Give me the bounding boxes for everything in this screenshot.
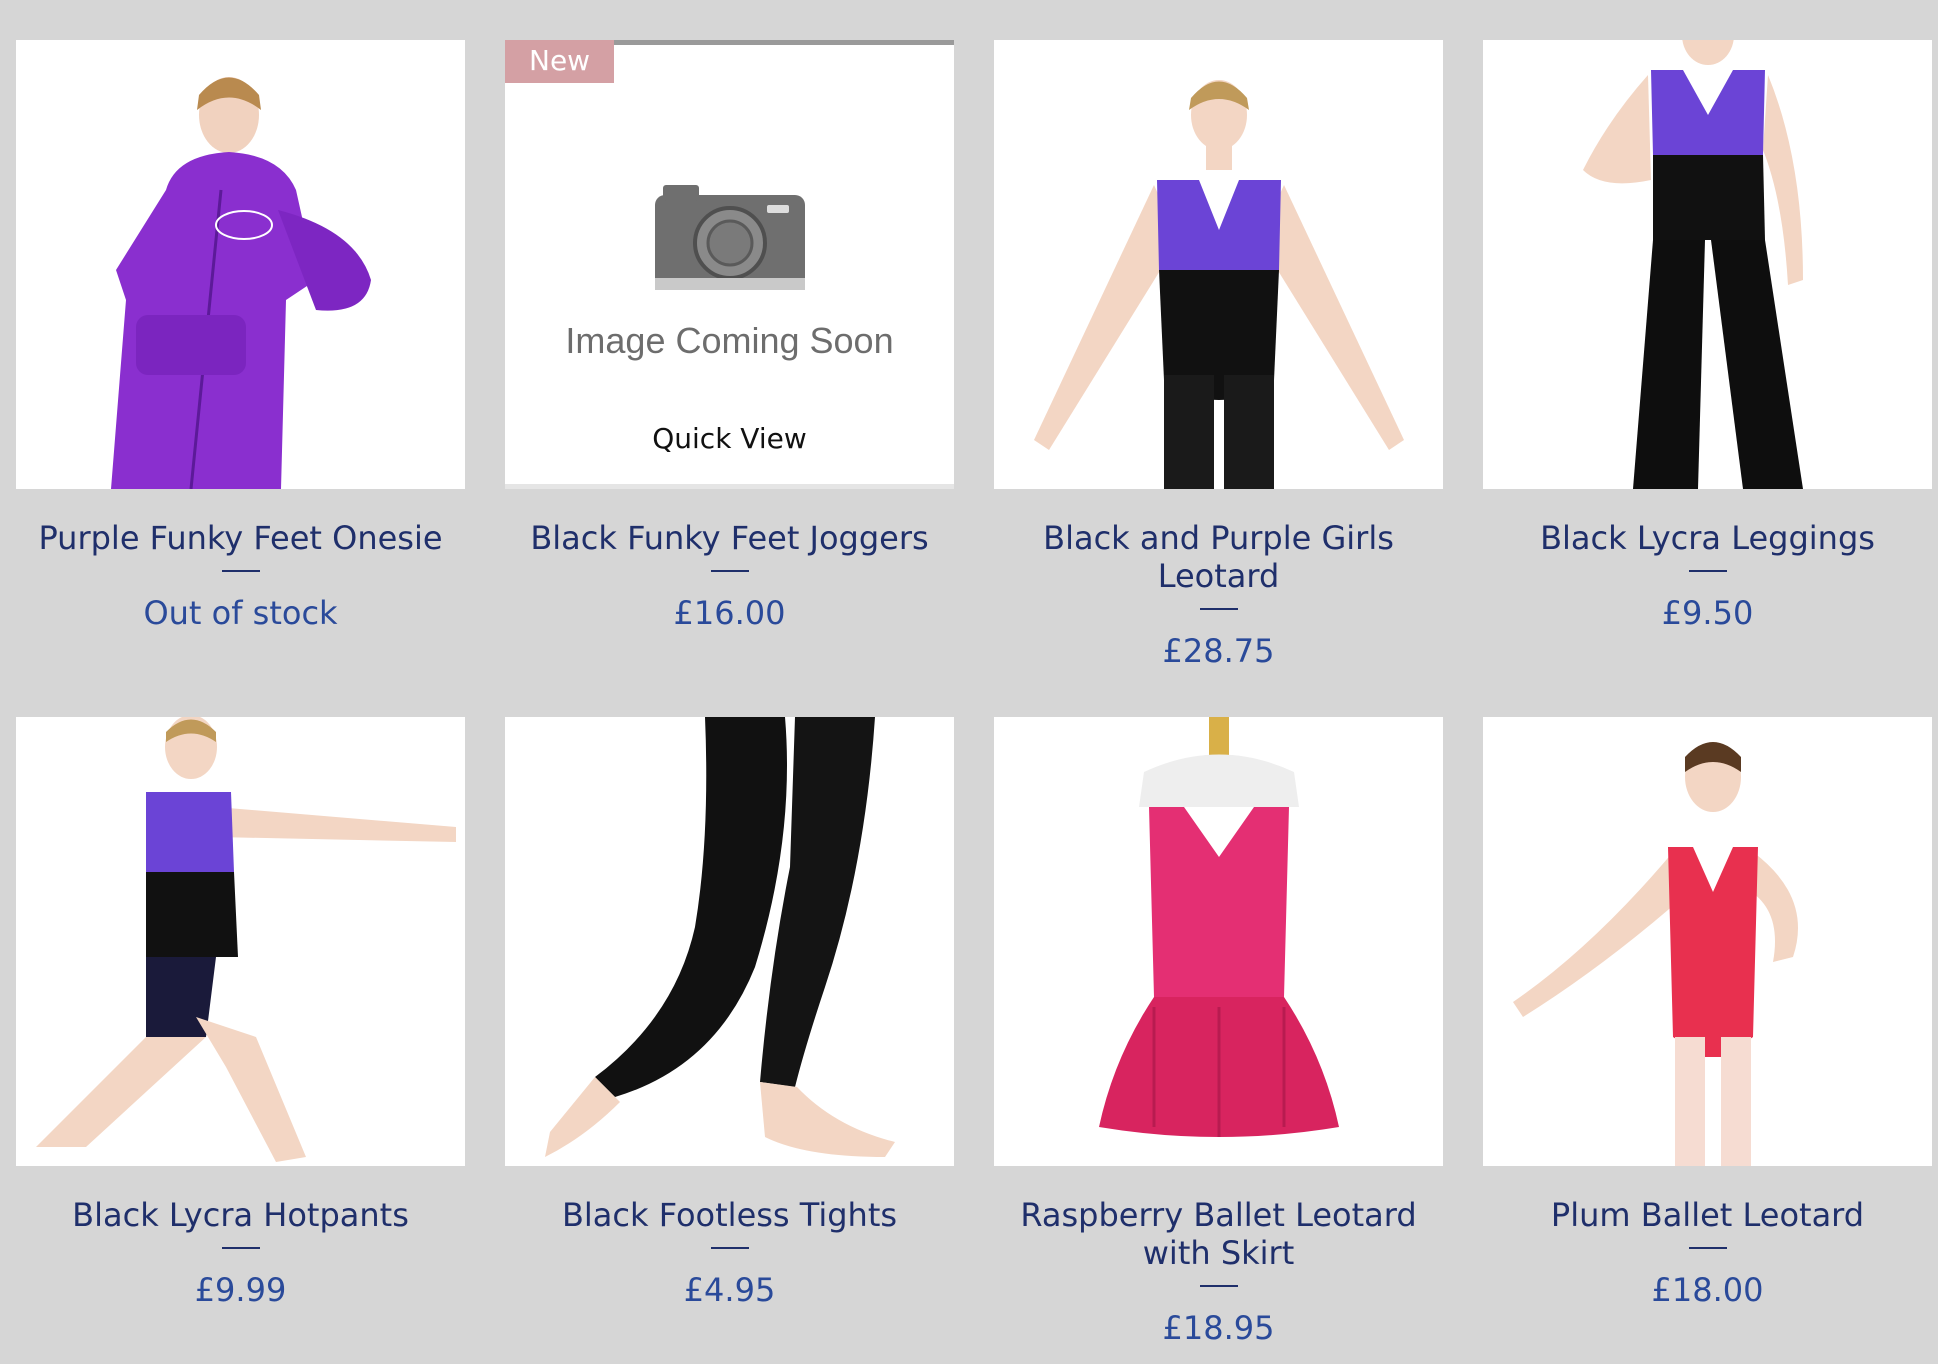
- product-price: £18.95: [1162, 1309, 1275, 1347]
- product-title[interactable]: Black and Purple Girls Leotard: [994, 519, 1443, 595]
- product-price: £28.75: [1162, 632, 1275, 670]
- product-title[interactable]: Raspberry Ballet Leotard with Skirt: [994, 1196, 1443, 1272]
- product-card-black-tights[interactable]: Black Footless Tights £4.95: [505, 717, 954, 1309]
- title-divider: [221, 1247, 260, 1249]
- purple-onesie-photo: [16, 40, 465, 489]
- product-image-black-tights[interactable]: [505, 717, 954, 1166]
- image-bottom-bar: [505, 484, 954, 489]
- product-price: Out of stock: [143, 594, 338, 632]
- black-leggings-photo: [1483, 40, 1932, 489]
- title-divider: [1199, 1285, 1238, 1287]
- product-card-black-hotpants[interactable]: Black Lycra Hotpants £9.99: [16, 717, 465, 1309]
- product-title[interactable]: Black Footless Tights: [505, 1196, 954, 1234]
- product-image-black-purple-leotard[interactable]: [994, 40, 1443, 489]
- product-card-plum-leotard[interactable]: Plum Ballet Leotard £18.00: [1483, 717, 1932, 1309]
- quick-view-button[interactable]: Quick View: [505, 389, 954, 489]
- product-card-black-leggings[interactable]: Black Lycra Leggings £9.50: [1483, 40, 1932, 632]
- product-price: £4.95: [683, 1271, 776, 1309]
- title-divider: [710, 570, 749, 572]
- product-card-black-purple-leotard[interactable]: Black and Purple Girls Leotard £28.75: [994, 40, 1443, 670]
- product-title[interactable]: Black Lycra Leggings: [1483, 519, 1932, 557]
- title-divider: [1688, 1247, 1727, 1249]
- product-image-black-hotpants[interactable]: [16, 717, 465, 1166]
- black-hotpants-photo: [16, 717, 465, 1166]
- product-price: £9.99: [194, 1271, 287, 1309]
- black-tights-photo: [505, 717, 954, 1166]
- title-divider: [1199, 608, 1238, 610]
- product-image-raspberry-leotard[interactable]: [994, 717, 1443, 1166]
- black-purple-leotard-photo: [994, 40, 1443, 489]
- product-price: £9.50: [1661, 594, 1754, 632]
- product-title[interactable]: Black Funky Feet Joggers: [505, 519, 954, 557]
- title-divider: [221, 570, 260, 572]
- title-divider: [710, 1247, 749, 1249]
- product-title[interactable]: Black Lycra Hotpants: [16, 1196, 465, 1234]
- product-price: £18.00: [1651, 1271, 1764, 1309]
- raspberry-leotard-photo: [994, 717, 1443, 1166]
- product-card-purple-onesie[interactable]: Purple Funky Feet Onesie Out of stock: [16, 40, 465, 632]
- product-card-raspberry-leotard[interactable]: Raspberry Ballet Leotard with Skirt £18.…: [994, 717, 1443, 1347]
- plum-leotard-photo: [1483, 717, 1932, 1166]
- product-image-purple-onesie[interactable]: [16, 40, 465, 489]
- product-title[interactable]: Plum Ballet Leotard: [1483, 1196, 1932, 1234]
- title-divider: [1688, 570, 1727, 572]
- product-title[interactable]: Purple Funky Feet Onesie: [16, 519, 465, 557]
- product-price: £16.00: [673, 594, 786, 632]
- image-coming-soon-text: Image Coming Soon: [565, 320, 894, 361]
- product-image-plum-leotard[interactable]: [1483, 717, 1932, 1166]
- product-card-black-joggers[interactable]: New Image Coming Soon Quick View Black F…: [505, 40, 954, 632]
- product-image-black-leggings[interactable]: [1483, 40, 1932, 489]
- new-ribbon: New: [505, 40, 615, 83]
- product-image-black-joggers[interactable]: New Image Coming Soon Quick View: [505, 40, 954, 489]
